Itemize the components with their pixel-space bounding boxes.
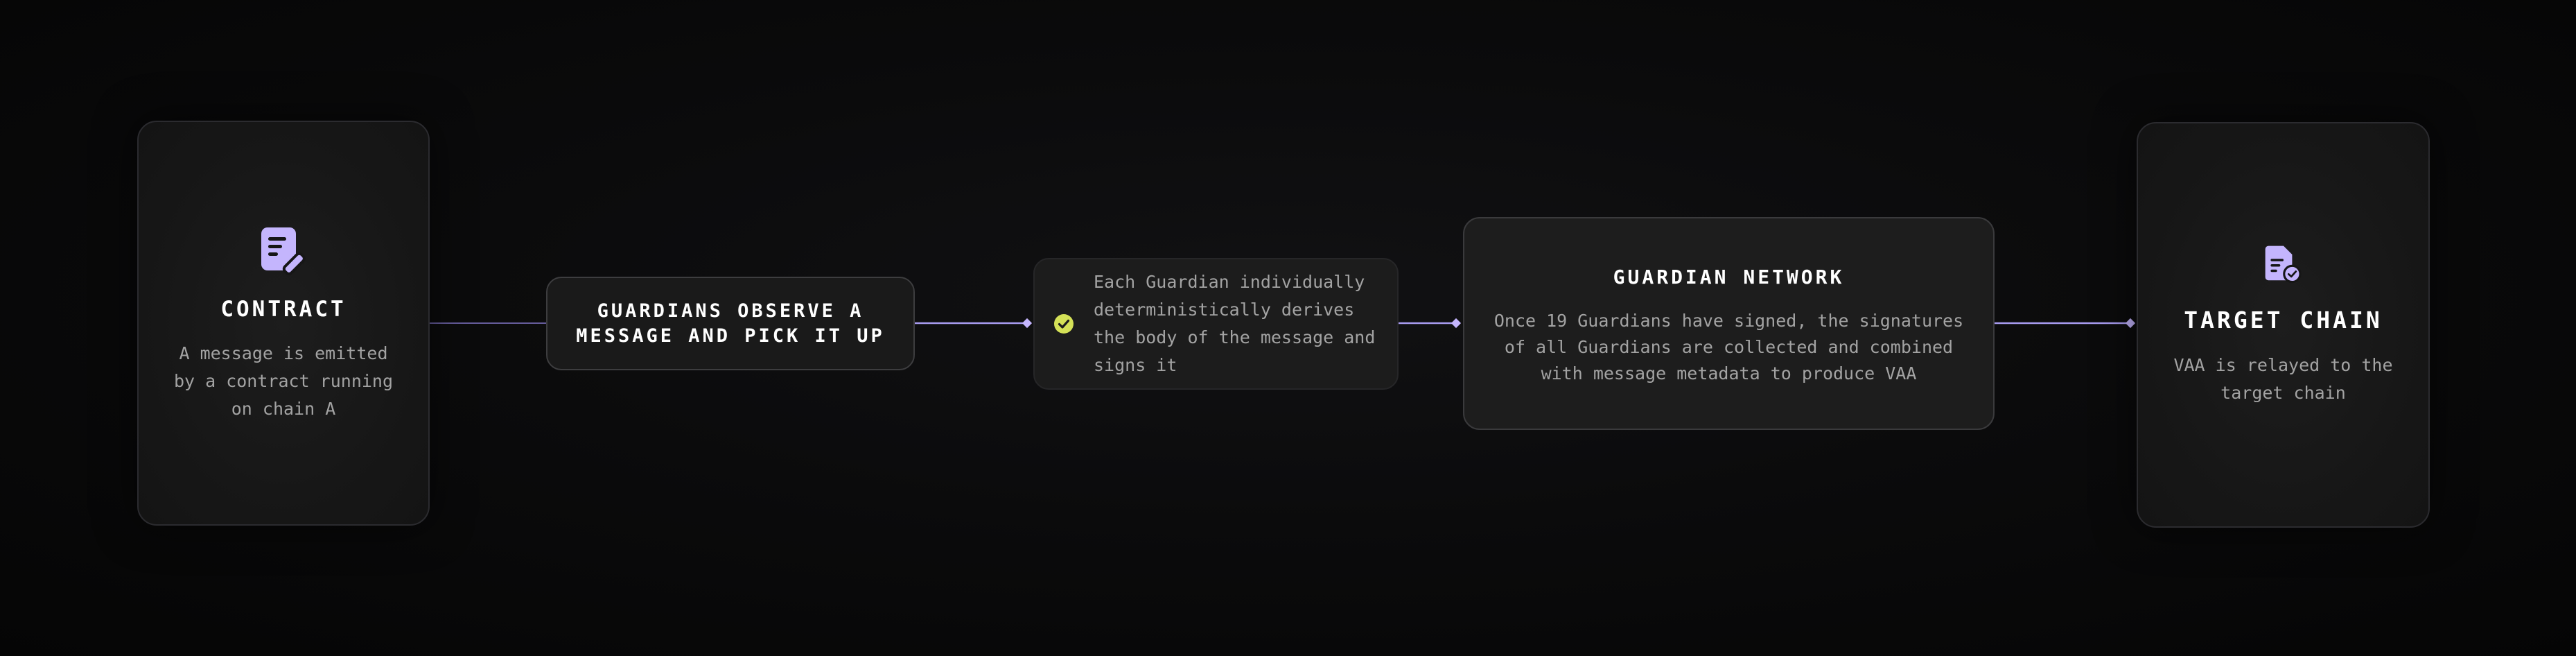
- guardian-network-box: GUARDIAN NETWORK Once 19 Guardians have …: [1463, 217, 1995, 430]
- flow-diagram: CONTRACT A message is emitted by a contr…: [0, 0, 2576, 656]
- target-chain-title: TARGET CHAIN: [2184, 307, 2383, 334]
- guardian-network-description: Once 19 Guardians have signed, the signa…: [1494, 308, 1963, 387]
- derive-text-line: signs it: [1094, 355, 1177, 375]
- contract-desc-line: by a contract running: [173, 371, 394, 391]
- network-desc-line: with message metadata to produce VAA: [1541, 363, 1917, 383]
- contract-desc-line: on chain A: [231, 399, 336, 419]
- observe-step-pill: GUARDIANS OBSERVE A MESSAGE AND PICK IT …: [546, 277, 915, 370]
- connector-diamond: [1451, 318, 1462, 329]
- contract-description: A message is emitted by a contract runni…: [174, 340, 393, 423]
- document-edit-icon: [261, 227, 306, 275]
- network-desc-line: of all Guardians are collected and combi…: [1504, 337, 1954, 357]
- target-desc-line: VAA is relayed to the: [2173, 355, 2393, 375]
- observe-step-title: GUARDIANS OBSERVE A MESSAGE AND PICK IT …: [576, 299, 885, 349]
- connector-network-target: [1995, 318, 2136, 329]
- connector-observe-derive: [915, 318, 1033, 329]
- target-chain-description: VAA is relayed to the target chain: [2173, 352, 2392, 407]
- derive-text-line: deterministically derives: [1094, 300, 1355, 320]
- guardian-network-title: GUARDIAN NETWORK: [1613, 266, 1845, 288]
- connector-diamond: [2125, 318, 2136, 329]
- contract-card: CONTRACT A message is emitted by a contr…: [137, 121, 430, 526]
- target-desc-line: target chain: [2220, 383, 2346, 403]
- contract-desc-line: A message is emitted: [179, 343, 388, 363]
- target-chain-card: TARGET CHAIN VAA is relayed to the targe…: [2137, 122, 2430, 528]
- derive-step-text: Each Guardian individually deterministic…: [1094, 268, 1385, 379]
- contract-title: CONTRACT: [220, 297, 347, 322]
- observe-title-line: GUARDIANS OBSERVE A: [597, 300, 864, 322]
- connector-diamond: [1022, 318, 1033, 329]
- derive-text-line: Each Guardian individually: [1094, 272, 1365, 292]
- network-desc-line: Once 19 Guardians have signed, the signa…: [1493, 311, 1964, 331]
- derive-text-line: the body of the message and: [1094, 327, 1376, 347]
- document-check-icon: [2265, 245, 2302, 284]
- derive-step-box: Each Guardian individually deterministic…: [1033, 258, 1399, 390]
- check-circle-icon: [1054, 314, 1074, 334]
- observe-title-line: MESSAGE AND PICK IT UP: [576, 325, 885, 347]
- connector-derive-network: [1399, 318, 1462, 329]
